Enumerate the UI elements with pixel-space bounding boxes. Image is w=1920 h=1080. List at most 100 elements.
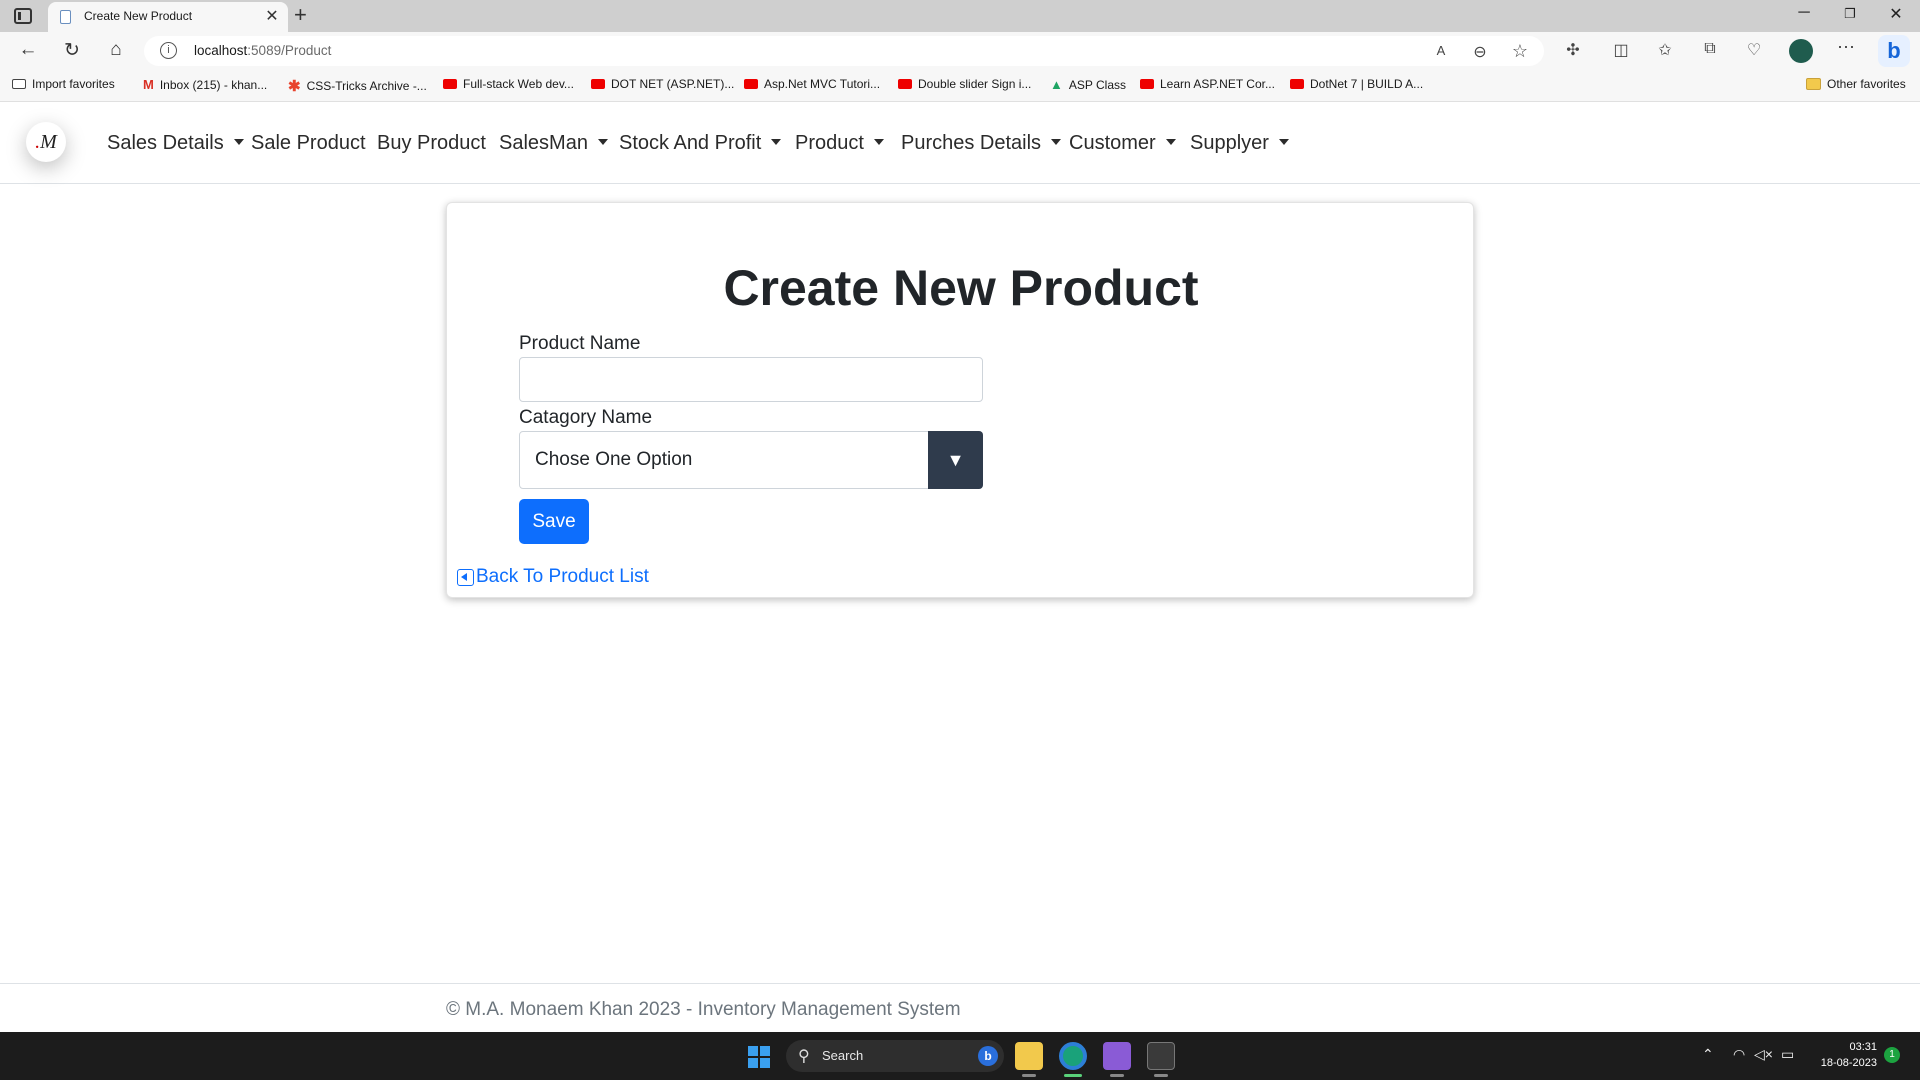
nav-product[interactable]: Product: [795, 132, 884, 155]
nav-label: Supplyer: [1190, 132, 1269, 154]
gmail-icon: M: [143, 77, 154, 92]
running-indicator: [1022, 1074, 1036, 1077]
split-screen-icon[interactable]: ◫: [1610, 40, 1632, 60]
back-icon[interactable]: ←: [16, 39, 40, 61]
footer-copyright: © M.A. Monaem Khan 2023 - Inventory Mana…: [446, 999, 961, 1020]
favorite-item-gmail[interactable]: M Inbox (215) - khan...: [143, 77, 267, 92]
favorite-item-aspnet-mvc[interactable]: Asp.Net MVC Tutori...: [744, 77, 880, 91]
chevron-down-icon: [873, 138, 884, 145]
favorite-label: DOT NET (ASP.NET)...: [611, 77, 735, 91]
nav-sale-product[interactable]: Sale Product: [251, 132, 366, 155]
favorite-item-dotnet[interactable]: DOT NET (ASP.NET)...: [591, 77, 734, 91]
css-tricks-icon: ✱: [288, 78, 301, 95]
favorite-label: Import favorites: [32, 77, 115, 91]
favorites-icon[interactable]: ✩: [1654, 40, 1676, 60]
page-icon: [60, 10, 71, 24]
browser-tab[interactable]: Create New Product ✕: [48, 2, 288, 32]
zoom-out-icon[interactable]: ⊖: [1469, 42, 1491, 62]
nav-customer[interactable]: Customer: [1069, 132, 1176, 155]
product-name-input[interactable]: [519, 357, 983, 402]
site-info-icon[interactable]: i: [160, 42, 177, 59]
product-name-label: Product Name: [519, 333, 641, 354]
youtube-icon: [591, 79, 605, 89]
collections-icon[interactable]: ⧉: [1699, 40, 1721, 58]
favorite-item-import[interactable]: Import favorites: [12, 77, 115, 91]
favorite-item-css-tricks[interactable]: ✱ CSS-Tricks Archive -...: [288, 77, 427, 95]
brand-logo[interactable]: .M: [26, 122, 66, 162]
favorite-label: Full-stack Web dev...: [463, 77, 574, 91]
nav-buy-product[interactable]: Buy Product: [377, 132, 486, 155]
battery-icon[interactable]: ▭: [1781, 1046, 1794, 1063]
nav-label: Customer: [1069, 132, 1156, 154]
search-icon: ⚲: [798, 1048, 810, 1065]
favorite-item-fullstack[interactable]: Full-stack Web dev...: [443, 77, 574, 91]
running-indicator: [1154, 1074, 1168, 1077]
close-tab-icon[interactable]: ✕: [262, 6, 282, 26]
notification-badge[interactable]: 1: [1884, 1047, 1900, 1063]
nav-salesman[interactable]: SalesMan: [499, 132, 608, 155]
nav-label: Buy Product: [377, 132, 486, 154]
profile-avatar[interactable]: [1789, 39, 1813, 63]
favorite-label: DotNet 7 | BUILD A...: [1310, 77, 1424, 91]
browser-essentials-icon[interactable]: ♡: [1743, 40, 1765, 60]
other-favorites[interactable]: Other favorites: [1806, 77, 1906, 91]
url-text: localhost:5089/Product: [194, 43, 331, 58]
nav-label: Sale Product: [251, 132, 366, 154]
favorite-label: Asp.Net MVC Tutori...: [764, 77, 881, 91]
chevron-down-icon: [1051, 138, 1062, 145]
nav-sales-details[interactable]: Sales Details: [107, 132, 244, 155]
youtube-icon: [1290, 79, 1304, 89]
site-navbar: .M Sales Details Sale Product Buy Produc…: [0, 102, 1920, 184]
chevron-down-icon: [597, 138, 608, 145]
taskbar-search-placeholder: Search: [822, 1048, 864, 1063]
create-product-card: Create New Product Product Name Catagory…: [446, 202, 1474, 598]
category-name-label: Catagory Name: [519, 407, 653, 428]
bing-copilot-icon[interactable]: b: [1878, 35, 1910, 67]
restore-window-icon[interactable]: ❐: [1838, 6, 1862, 22]
favorite-item-asp-class[interactable]: ▲ ASP Class: [1050, 77, 1126, 92]
wifi-icon[interactable]: ◠: [1733, 1046, 1745, 1063]
close-window-icon[interactable]: ✕: [1884, 4, 1908, 24]
favorite-star-icon[interactable]: ☆: [1509, 41, 1531, 62]
caret-left-square-icon: [457, 568, 474, 586]
visual-studio-icon[interactable]: [1103, 1042, 1131, 1070]
bing-icon: b: [978, 1046, 998, 1066]
terminal-icon[interactable]: [1147, 1042, 1175, 1070]
url-field[interactable]: i localhost:5089/Product A ⊖ ☆: [144, 36, 1544, 66]
nav-purches-details[interactable]: Purches Details: [901, 132, 1062, 155]
clock-date[interactable]: 18-08-2023: [1800, 1057, 1877, 1069]
chevron-down-icon: [771, 138, 782, 145]
favorite-item-double-slider[interactable]: Double slider Sign i...: [898, 77, 1031, 91]
save-button[interactable]: Save: [519, 499, 589, 544]
category-select[interactable]: Chose One Option ▼: [519, 431, 983, 489]
dropdown-arrow-icon[interactable]: ▼: [928, 431, 983, 489]
file-explorer-icon[interactable]: [1015, 1042, 1043, 1070]
clock-time[interactable]: 03:31: [1815, 1041, 1877, 1053]
taskbar-search[interactable]: ⚲ Search b: [786, 1040, 1004, 1072]
favorite-item-dotnet7[interactable]: DotNet 7 | BUILD A...: [1290, 77, 1423, 91]
favorite-label: CSS-Tricks Archive -...: [306, 79, 427, 93]
tab-actions-menu-icon[interactable]: [14, 8, 32, 24]
nav-supplyer[interactable]: Supplyer: [1190, 132, 1289, 155]
windows-start-icon[interactable]: [748, 1046, 770, 1068]
minimize-window-icon[interactable]: ─: [1792, 4, 1816, 22]
show-hidden-icons-chevron-icon[interactable]: ⌃: [1702, 1046, 1714, 1063]
extensions-icon[interactable]: ✣: [1562, 40, 1584, 60]
windows-taskbar: ⚲ Search b ⌃ ◠ ◁× ▭ 03:31 18-08-2023 1: [0, 1032, 1920, 1080]
volume-muted-icon[interactable]: ◁×: [1754, 1046, 1773, 1063]
home-icon[interactable]: ⌂: [104, 39, 128, 61]
back-to-product-list-link[interactable]: Back To Product List: [457, 566, 649, 588]
folder-icon: [1806, 78, 1821, 90]
favorite-item-learn-aspnet[interactable]: Learn ASP.NET Cor...: [1140, 77, 1275, 91]
nav-stock-and-profit[interactable]: Stock And Profit: [619, 132, 782, 155]
nav-label: Purches Details: [901, 132, 1042, 154]
read-aloud-icon[interactable]: A: [1430, 43, 1452, 58]
import-icon: [12, 79, 26, 89]
nav-label: SalesMan: [499, 132, 588, 154]
new-tab-icon[interactable]: +: [294, 2, 307, 28]
edge-browser-icon[interactable]: [1059, 1042, 1087, 1070]
more-options-icon[interactable]: ⋯: [1835, 37, 1857, 58]
refresh-icon[interactable]: ↻: [60, 39, 84, 62]
nav-label: Sales Details: [107, 132, 224, 154]
nav-label: Product: [795, 132, 864, 154]
